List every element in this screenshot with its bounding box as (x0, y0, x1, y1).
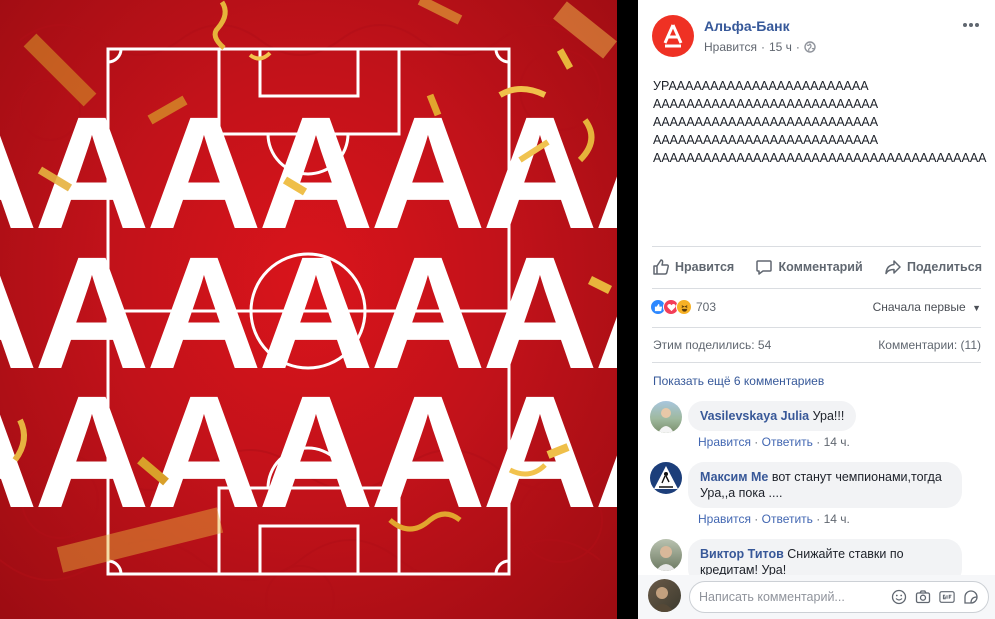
football-field-artwork: AAAAAAAAAAAAAAAAAAAAA (0, 0, 617, 619)
gif-icon[interactable] (939, 589, 955, 605)
divider (652, 246, 981, 247)
reactions-summary[interactable]: 703 (650, 299, 716, 315)
meta-separator: · (795, 40, 800, 54)
caret-down-icon: ▼ (972, 303, 981, 313)
comment-button[interactable]: Комментарий (755, 258, 863, 276)
meta-separator: · (816, 435, 821, 449)
post-text: УРАААААААААААААААААААААААА ААААААААААААА… (653, 79, 987, 165)
divider (652, 327, 981, 328)
comment-author-link[interactable]: Vasilevskaya Julia (700, 409, 809, 423)
sticker-icon[interactable] (963, 589, 979, 605)
share-button[interactable]: Поделиться (884, 258, 982, 276)
comment-like-link[interactable]: Нравится (698, 512, 751, 526)
comments-count: Комментарии: (11) (878, 338, 981, 352)
emoji-icon[interactable] (891, 589, 907, 605)
divider (652, 362, 981, 363)
post-timestamp[interactable]: 15 ч (769, 40, 792, 54)
sort-label: Сначала первые (872, 300, 966, 314)
camera-icon[interactable] (915, 589, 931, 605)
page-avatar[interactable] (652, 15, 694, 57)
share-arrow-icon (885, 260, 901, 275)
photo-viewer-divider (617, 0, 638, 619)
globe-icon[interactable] (804, 41, 816, 53)
big-letter: A (34, 362, 150, 541)
comment-author-link[interactable]: Максим Ме (700, 470, 768, 484)
reaction-count: 703 (696, 300, 717, 314)
big-letter: A (258, 362, 374, 541)
comment-meta: Нравится · Ответить · 14 ч. (698, 435, 850, 449)
comment-author-link[interactable]: Виктор Титов (700, 547, 784, 561)
comment-text: Ура!!! (812, 409, 845, 423)
shares-count-link[interactable]: Этим поделились: 54 (653, 338, 771, 352)
big-letter: A (482, 362, 598, 541)
comment-like-link[interactable]: Нравится (698, 435, 751, 449)
meta-separator: · (760, 40, 765, 54)
more-options-icon[interactable] (961, 16, 981, 34)
meta-separator: · (754, 435, 759, 449)
commenter-avatar[interactable] (650, 539, 682, 571)
comment-time[interactable]: 14 ч. (824, 435, 850, 449)
big-letter: A (594, 362, 617, 541)
divider (652, 288, 981, 289)
haha-reaction-icon (676, 299, 692, 315)
meta-like-link[interactable]: Нравится (704, 40, 757, 54)
comment-icon (756, 260, 773, 275)
comment-label: Комментарий (778, 260, 863, 274)
post-actions: Нравится Комментарий Поделиться (652, 256, 982, 278)
comment-bubble: Максим Ме вот станут чемпионами,тогда Ур… (688, 462, 962, 508)
current-user-avatar[interactable] (648, 579, 681, 612)
comment-reply-link[interactable]: Ответить (762, 512, 813, 526)
post-sidebar: Альфа-Банк Нравится · 15 ч · УРААААААААА… (638, 0, 995, 619)
like-button[interactable]: Нравится (652, 258, 734, 276)
comment-time[interactable]: 14 ч. (824, 512, 850, 526)
page-name-link[interactable]: Альфа-Банк (704, 18, 790, 34)
commenter-avatar[interactable] (650, 401, 682, 433)
post-photo[interactable]: AAAAAAAAAAAAAAAAAAAAA (0, 0, 617, 619)
big-letter: A (370, 362, 486, 541)
share-label: Поделиться (906, 260, 982, 274)
meta-separator: · (816, 512, 821, 526)
comment-bubble: Vasilevskaya Julia Ура!!! (688, 401, 857, 431)
comment-box (689, 581, 989, 613)
comment-meta: Нравится · Ответить · 14 ч. (698, 512, 850, 526)
post-meta: Нравится · 15 ч · (704, 40, 816, 54)
like-label: Нравится (675, 260, 735, 274)
meta-separator: · (754, 512, 759, 526)
commenter-avatar[interactable] (650, 462, 682, 494)
show-more-comments-link[interactable]: Показать ещё 6 комментариев (653, 374, 824, 388)
comment-input[interactable] (699, 582, 879, 612)
comment-reply-link[interactable]: Ответить (762, 435, 813, 449)
sort-dropdown[interactable]: Сначала первые ▼ (873, 300, 981, 314)
thumbs-up-icon (653, 259, 669, 275)
alfa-logo-icon (663, 24, 683, 48)
